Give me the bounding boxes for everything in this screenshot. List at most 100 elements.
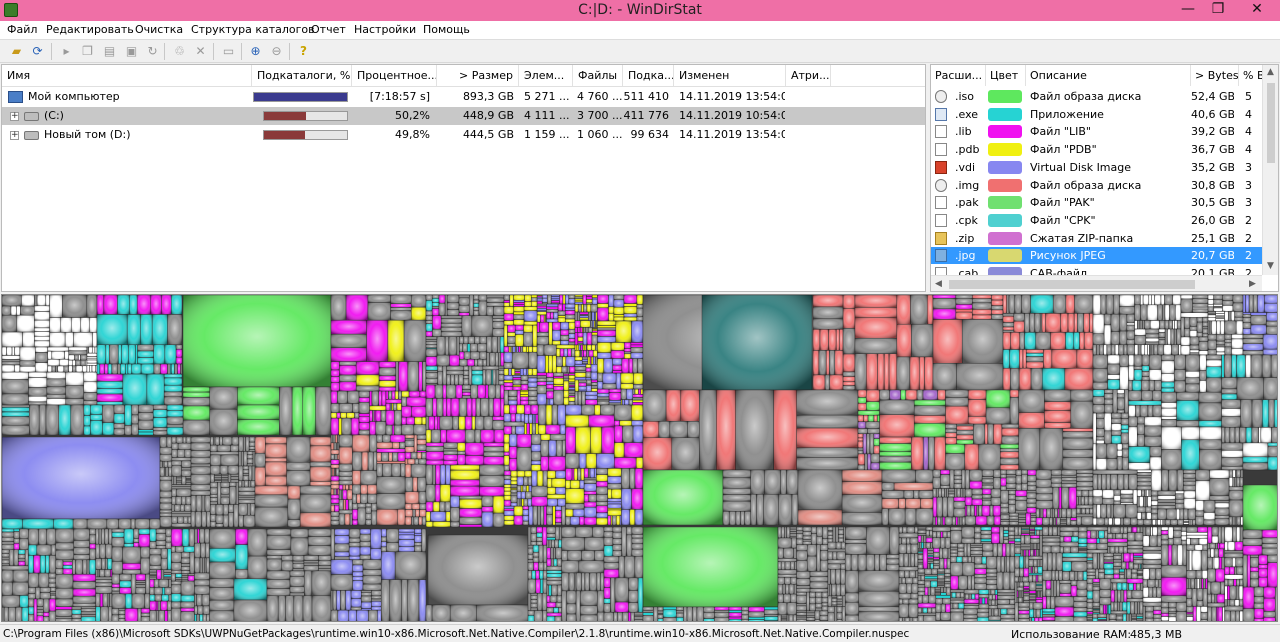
- minimize-button[interactable]: —: [1174, 0, 1202, 21]
- column-header-extension[interactable]: Расши...: [931, 65, 986, 86]
- menu-cleanup[interactable]: Очистка: [135, 23, 183, 36]
- extension-percent: 2: [1245, 249, 1252, 263]
- treemap-canvas[interactable]: [2, 295, 1278, 622]
- help-icon[interactable]: ?: [295, 43, 312, 60]
- copy-icon[interactable]: ❐: [79, 43, 96, 60]
- scroll-left-icon[interactable]: ◀: [935, 279, 942, 289]
- subtree-percent-fill: [264, 112, 306, 120]
- menu-report[interactable]: Отчет: [311, 23, 346, 36]
- extension-bytes: 40,6 GB: [1191, 107, 1234, 121]
- extension-row[interactable]: .lib Файл "LIB" 39,2 GB 4: [931, 123, 1263, 140]
- extension-percent: 4: [1245, 143, 1252, 157]
- column-header-size[interactable]: > Размер: [437, 65, 519, 86]
- extension-description: Приложение: [1030, 107, 1104, 121]
- extension-list[interactable]: Расши... Цвет Описание > Bytes % B .iso Ф…: [930, 64, 1279, 292]
- tree-row[interactable]: Мой компьютер [7:18:57 s] 893,3 GB 5 271 ..…: [2, 88, 925, 106]
- column-header-bytes[interactable]: > Bytes: [1191, 65, 1239, 86]
- extension-name: .jpg: [955, 249, 976, 263]
- scroll-right-icon[interactable]: ▶: [1249, 279, 1256, 289]
- extension-row[interactable]: .vdi Virtual Disk Image 35,2 GB 3: [931, 159, 1263, 176]
- scroll-down-icon[interactable]: ▼: [1267, 261, 1274, 271]
- tree-row-files: 4 760 ...: [577, 90, 623, 103]
- extension-row[interactable]: .pak Файл "PAK" 30,5 GB 3: [931, 194, 1263, 211]
- menu-file[interactable]: Файл: [7, 23, 37, 36]
- expand-toggle-icon[interactable]: +: [10, 112, 19, 121]
- menu-edit[interactable]: Редактировать: [46, 23, 134, 36]
- tree-row-files: 1 060 ...: [577, 128, 623, 141]
- header-divider: [2, 86, 925, 87]
- extension-bytes: 35,2 GB: [1191, 160, 1234, 174]
- image-icon: [935, 249, 947, 263]
- scroll-up-icon[interactable]: ▲: [1267, 67, 1274, 77]
- vertical-scrollbar[interactable]: ▲ ▼: [1262, 65, 1278, 275]
- extension-row[interactable]: .img Файл образа диска 30,8 GB 3: [931, 177, 1263, 194]
- refresh-icon[interactable]: ⟳: [29, 43, 46, 60]
- delete-icon[interactable]: ✕: [192, 43, 209, 60]
- extension-bytes: 26,0 GB: [1191, 213, 1234, 227]
- title-bar[interactable]: C:|D: - WinDirStat — ❐ ✕: [0, 0, 1280, 21]
- column-header-modified[interactable]: Изменен: [674, 65, 786, 86]
- open-folder-icon[interactable]: ▰: [8, 43, 25, 60]
- vertical-scroll-thumb[interactable]: [1267, 83, 1275, 163]
- treemap-view[interactable]: [1, 294, 1278, 622]
- toolbar-separator: [164, 43, 165, 60]
- extension-bytes: 30,8 GB: [1191, 178, 1234, 192]
- tree-row-modified: 14.11.2019 13:54:02: [679, 90, 785, 103]
- maximize-button[interactable]: ❐: [1204, 0, 1232, 21]
- computer-icon: [8, 91, 23, 103]
- horizontal-scrollbar[interactable]: ◀ ▶: [931, 275, 1262, 291]
- tree-row-subdirs: 99 634: [630, 128, 670, 141]
- extension-name: .pdb: [955, 143, 980, 157]
- toolbar: ▰ ⟳ ▸ ❐ ▤ ▣ ↻ ♲ ✕ ▭ ⊕ ⊖ ?: [0, 40, 1280, 63]
- virtualbox-icon: [935, 160, 947, 174]
- column-header-attributes[interactable]: Атри...: [786, 65, 831, 86]
- extension-row[interactable]: .zip Сжатая ZIP-папка 25,1 GB 2: [931, 230, 1263, 247]
- extension-bytes: 52,4 GB: [1191, 90, 1234, 103]
- extension-bytes: 36,7 GB: [1191, 143, 1234, 157]
- column-header-subdirs[interactable]: Подка...: [623, 65, 674, 86]
- extension-color-swatch: [988, 213, 1022, 227]
- column-header-percentage[interactable]: Процентное...: [352, 65, 437, 86]
- tree-row[interactable]: + Новый том (D:) 49,8% 444,5 GB 1 159 ... 1 0…: [2, 126, 925, 144]
- column-header-subtree-percent[interactable]: Подкаталоги, %: [252, 65, 352, 86]
- menu-treemap[interactable]: Структура каталогов: [191, 23, 315, 36]
- explorer-icon[interactable]: ▤: [101, 43, 118, 60]
- zoom-out-icon[interactable]: ⊖: [268, 43, 285, 60]
- tree-row-subdirs: 411 776: [623, 109, 670, 122]
- column-header-items[interactable]: Элем...: [519, 65, 573, 86]
- extension-bytes: 39,2 GB: [1191, 125, 1234, 139]
- drive-icon: [24, 131, 39, 140]
- column-header-description[interactable]: Описание: [1026, 65, 1191, 86]
- windirstat-window: C:|D: - WinDirStat — ❐ ✕ Файл Редактиров…: [0, 0, 1280, 642]
- expand-toggle-icon[interactable]: +: [10, 131, 19, 140]
- extension-description: Рисунок JPEG: [1030, 249, 1106, 263]
- extension-name: .zip: [955, 231, 975, 245]
- zoom-in-icon[interactable]: ⊕: [247, 43, 264, 60]
- close-button[interactable]: ✕: [1234, 0, 1280, 21]
- file-icon: [935, 196, 947, 210]
- extension-description: Файл "LIB": [1030, 125, 1091, 139]
- horizontal-scroll-thumb[interactable]: [949, 280, 1195, 289]
- tree-row[interactable]: + (C:) 50,2% 448,9 GB 4 111 ... 3 700 ... 411 …: [2, 107, 925, 125]
- menu-options[interactable]: Настройки: [354, 23, 416, 36]
- column-header-files[interactable]: Файлы: [573, 65, 623, 86]
- tree-row-files: 3 700 ...: [577, 109, 623, 122]
- recycle-icon[interactable]: ♲: [171, 43, 188, 60]
- extension-row[interactable]: .pdb Файл "PDB" 36,7 GB 4: [931, 141, 1263, 158]
- extension-row[interactable]: .iso Файл образа диска 52,4 GB 5: [931, 88, 1263, 105]
- column-header-color[interactable]: Цвет: [986, 65, 1026, 86]
- extension-row[interactable]: .jpg Рисунок JPEG 20,7 GB 2: [931, 247, 1263, 265]
- directory-tree[interactable]: Имя Подкаталоги, % Процентное... > Разме…: [1, 64, 926, 292]
- tree-row-size: 444,5 GB: [462, 128, 514, 141]
- drive-icon: [24, 112, 39, 121]
- column-header-name[interactable]: Имя: [2, 65, 252, 86]
- refresh-all-icon[interactable]: ↻: [144, 43, 161, 60]
- extension-row[interactable]: .exe Приложение 40,6 GB 4: [931, 106, 1263, 123]
- command-prompt-icon[interactable]: ▣: [123, 43, 140, 60]
- play-icon[interactable]: ▸: [58, 43, 75, 60]
- extension-row[interactable]: .cpk Файл "CPK" 26,0 GB 2: [931, 212, 1263, 229]
- menu-help[interactable]: Помощь: [423, 23, 470, 36]
- new-folder-icon[interactable]: ▭: [220, 43, 237, 60]
- tree-row-percent: 50,2%: [395, 109, 430, 122]
- tree-row-size: 893,3 GB: [462, 90, 514, 103]
